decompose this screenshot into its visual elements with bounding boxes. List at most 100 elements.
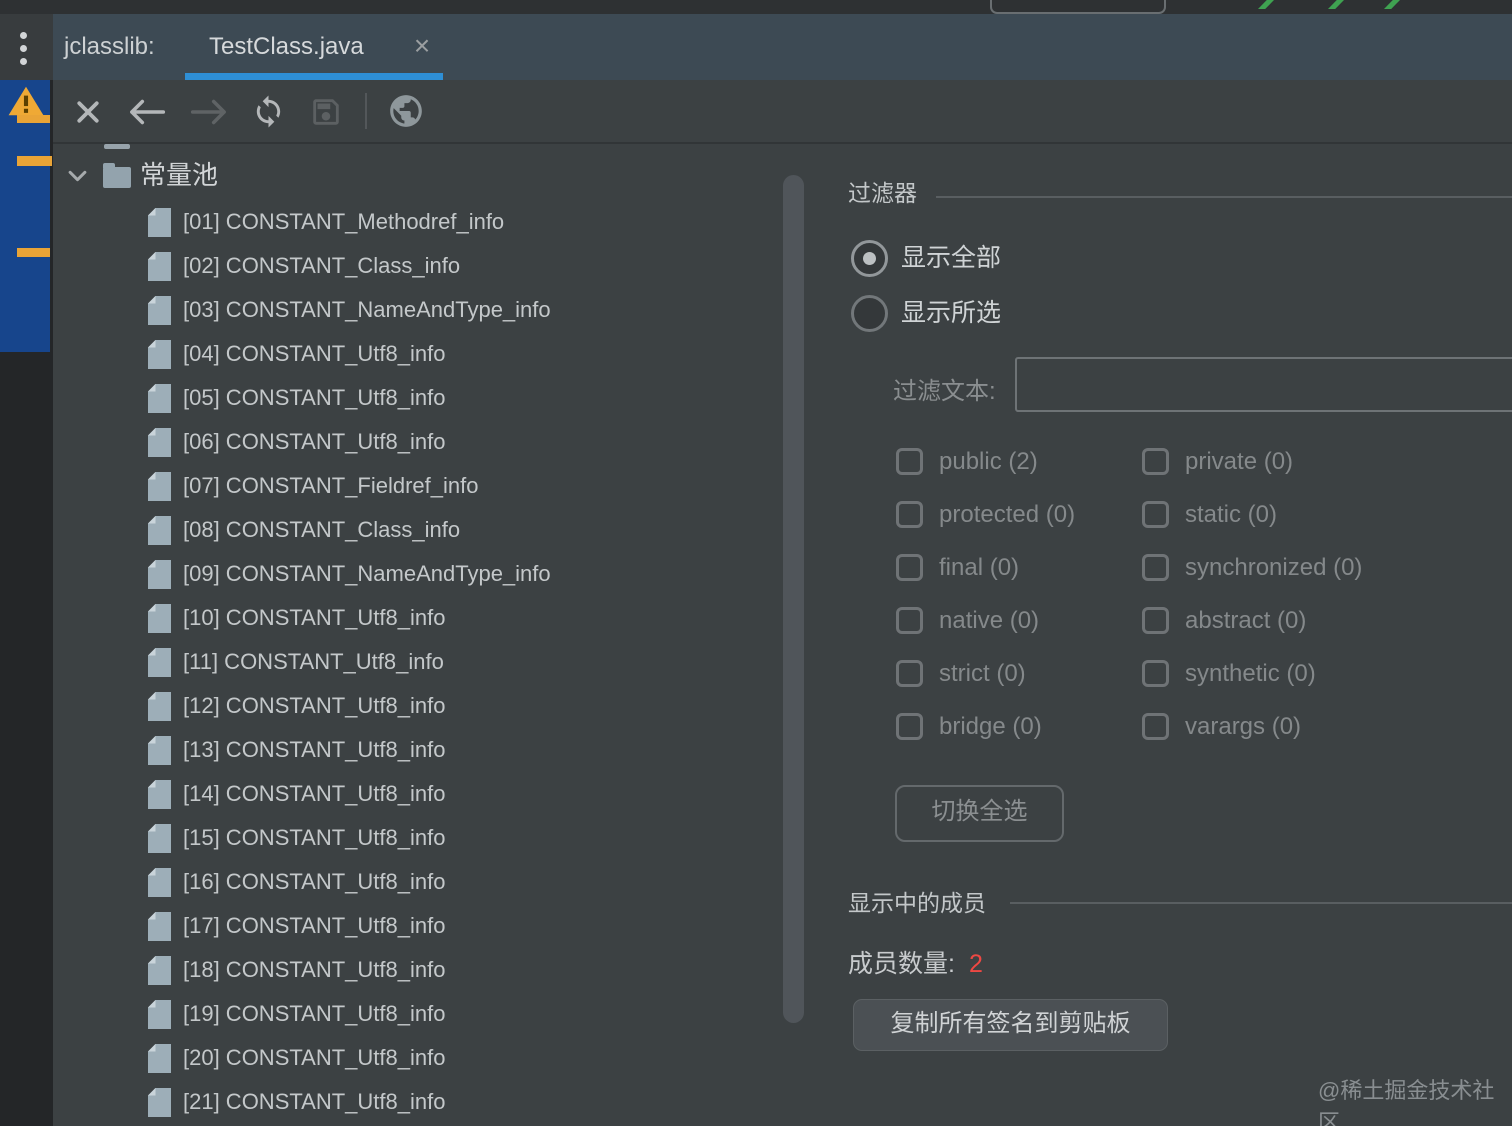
checkbox-box[interactable] bbox=[896, 713, 923, 740]
tree-item[interactable]: [16] CONSTANT_Utf8_info bbox=[53, 860, 783, 904]
checkbox-strict[interactable]: strict (0) bbox=[896, 660, 1142, 688]
save-icon[interactable] bbox=[309, 95, 343, 129]
toggle-all-button[interactable]: 切换全选 bbox=[895, 785, 1064, 842]
member-count-value: 2 bbox=[968, 950, 983, 978]
checkbox-box[interactable] bbox=[896, 501, 923, 528]
tree-item-label: [14] CONSTANT_Utf8_info bbox=[183, 781, 446, 806]
member-count-row: 成员数量: 2 bbox=[848, 944, 983, 980]
tab-title: TestClass.java bbox=[209, 33, 364, 60]
tree-item[interactable]: [03] CONSTANT_NameAndType_info bbox=[53, 288, 783, 332]
checkbox-box[interactable] bbox=[1142, 660, 1169, 687]
class-file-icon bbox=[148, 208, 171, 237]
run-icon-partial[interactable] bbox=[1258, 0, 1274, 9]
tree-item[interactable]: [04] CONSTANT_Utf8_info bbox=[53, 332, 783, 376]
checkbox-protected[interactable]: protected (0) bbox=[896, 501, 1142, 529]
back-icon[interactable] bbox=[126, 98, 168, 126]
member-count-label: 成员数量: bbox=[848, 950, 955, 978]
checkbox-box[interactable] bbox=[896, 660, 923, 687]
class-file-icon bbox=[148, 472, 171, 501]
checkbox-public[interactable]: public (2) bbox=[896, 448, 1142, 476]
tree-item[interactable]: [02] CONSTANT_Class_info bbox=[53, 244, 783, 288]
warning-stripe-mark[interactable] bbox=[17, 248, 50, 257]
tree-item-label: [12] CONSTANT_Utf8_info bbox=[183, 693, 446, 718]
checkbox-box[interactable] bbox=[1142, 501, 1169, 528]
tree-item[interactable]: [18] CONSTANT_Utf8_info bbox=[53, 948, 783, 992]
checkbox-box[interactable] bbox=[1142, 607, 1169, 634]
class-file-icon bbox=[148, 604, 171, 633]
checkbox-box[interactable] bbox=[896, 448, 923, 475]
stripe-blue-region bbox=[0, 80, 52, 352]
tree-item[interactable]: [20] CONSTANT_Utf8_info bbox=[53, 1036, 783, 1080]
warning-icon[interactable] bbox=[7, 85, 45, 117]
class-file-icon bbox=[148, 560, 171, 589]
run-icon-partial[interactable] bbox=[1328, 0, 1344, 9]
tree-item[interactable]: [12] CONSTANT_Utf8_info bbox=[53, 684, 783, 728]
tree-item[interactable]: [10] CONSTANT_Utf8_info bbox=[53, 596, 783, 640]
run-icon-partial[interactable] bbox=[1384, 0, 1400, 9]
tree-item[interactable]: [11] CONSTANT_Utf8_info bbox=[53, 640, 783, 684]
checkbox-synthetic[interactable]: synthetic (0) bbox=[1142, 660, 1472, 688]
tree-item-label: [20] CONSTANT_Utf8_info bbox=[183, 1045, 446, 1070]
filter-text-input[interactable] bbox=[1015, 357, 1512, 412]
chevron-down-icon[interactable] bbox=[68, 170, 87, 182]
tree-item[interactable]: [14] CONSTANT_Utf8_info bbox=[53, 772, 783, 816]
checkbox-private[interactable]: private (0) bbox=[1142, 448, 1472, 476]
tool-window-title: jclasslib: bbox=[64, 33, 155, 60]
checkbox-static[interactable]: static (0) bbox=[1142, 501, 1472, 529]
tree-item[interactable]: [21] CONSTANT_Utf8_info bbox=[53, 1080, 783, 1124]
tree-item[interactable]: [17] CONSTANT_Utf8_info bbox=[53, 904, 783, 948]
class-file-icon bbox=[148, 648, 171, 677]
tree-item-label: [15] CONSTANT_Utf8_info bbox=[183, 825, 446, 850]
refresh-icon[interactable] bbox=[251, 94, 286, 129]
checkbox-native[interactable]: native (0) bbox=[896, 607, 1142, 635]
radio-show-all[interactable] bbox=[851, 240, 888, 277]
tree-item-label: [17] CONSTANT_Utf8_info bbox=[183, 913, 446, 938]
forward-icon[interactable] bbox=[188, 98, 230, 126]
warning-stripe-mark[interactable] bbox=[17, 115, 50, 123]
tab-testclass[interactable]: TestClass.java × bbox=[185, 14, 443, 80]
tree-item-label: [08] CONSTANT_Class_info bbox=[183, 517, 461, 542]
tree-item[interactable]: [19] CONSTANT_Utf8_info bbox=[53, 992, 783, 1036]
class-file-icon bbox=[148, 516, 171, 545]
radio-show-selected-label[interactable]: 显示所选 bbox=[901, 295, 1001, 332]
checkbox-box[interactable] bbox=[1142, 448, 1169, 475]
checkbox-box[interactable] bbox=[896, 554, 923, 581]
kebab-menu-icon bbox=[20, 45, 27, 52]
checkbox-abstract[interactable]: abstract (0) bbox=[1142, 607, 1472, 635]
run-config-box-partial bbox=[990, 0, 1166, 14]
checkbox-box[interactable] bbox=[896, 607, 923, 634]
tree-item[interactable]: [09] CONSTANT_NameAndType_info bbox=[53, 552, 783, 596]
web-icon[interactable] bbox=[387, 92, 425, 130]
tree-item[interactable]: [05] CONSTANT_Utf8_info bbox=[53, 376, 783, 420]
tree-item-label: [06] CONSTANT_Utf8_info bbox=[183, 429, 446, 454]
section-divider bbox=[1010, 902, 1512, 904]
tree-item[interactable]: [06] CONSTANT_Utf8_info bbox=[53, 420, 783, 464]
close-icon[interactable] bbox=[74, 98, 102, 126]
checkbox-varargs[interactable]: varargs (0) bbox=[1142, 713, 1472, 741]
checkbox-synchronized[interactable]: synchronized (0) bbox=[1142, 554, 1472, 582]
tree-item[interactable]: [01] CONSTANT_Methodref_info bbox=[53, 200, 783, 244]
checkbox-box[interactable] bbox=[1142, 713, 1169, 740]
vertical-scrollbar-thumb[interactable] bbox=[783, 175, 804, 1023]
tree-item[interactable]: [07] CONSTANT_Fieldref_info bbox=[53, 464, 783, 508]
class-file-icon bbox=[148, 956, 171, 985]
tree-item[interactable]: [15] CONSTANT_Utf8_info bbox=[53, 816, 783, 860]
tab-close-icon[interactable]: × bbox=[407, 31, 437, 61]
checkbox-box[interactable] bbox=[1142, 554, 1169, 581]
tool-window-options-menu[interactable] bbox=[0, 14, 53, 80]
radio-show-selected[interactable] bbox=[851, 295, 888, 332]
warning-stripe-mark[interactable] bbox=[17, 156, 52, 166]
tree-item-label: [09] CONSTANT_NameAndType_info bbox=[183, 561, 551, 586]
checkbox-final[interactable]: final (0) bbox=[896, 554, 1142, 582]
jclasslib-tool-window: jclasslib: TestClass.java × 常量池 [01] CON… bbox=[0, 0, 1512, 1126]
class-file-icon bbox=[148, 868, 171, 897]
copy-signatures-button[interactable]: 复制所有签名到剪贴板 bbox=[853, 999, 1168, 1051]
tree-item[interactable]: [08] CONSTANT_Class_info bbox=[53, 508, 783, 552]
tree-node-constant-pool[interactable]: 常量池 bbox=[53, 150, 783, 200]
folder-icon bbox=[103, 163, 131, 188]
class-file-icon bbox=[148, 736, 171, 765]
tree-item-label: [02] CONSTANT_Class_info bbox=[183, 253, 461, 278]
radio-show-all-label[interactable]: 显示全部 bbox=[901, 240, 1001, 277]
tree-item[interactable]: [13] CONSTANT_Utf8_info bbox=[53, 728, 783, 772]
checkbox-bridge[interactable]: bridge (0) bbox=[896, 713, 1142, 741]
